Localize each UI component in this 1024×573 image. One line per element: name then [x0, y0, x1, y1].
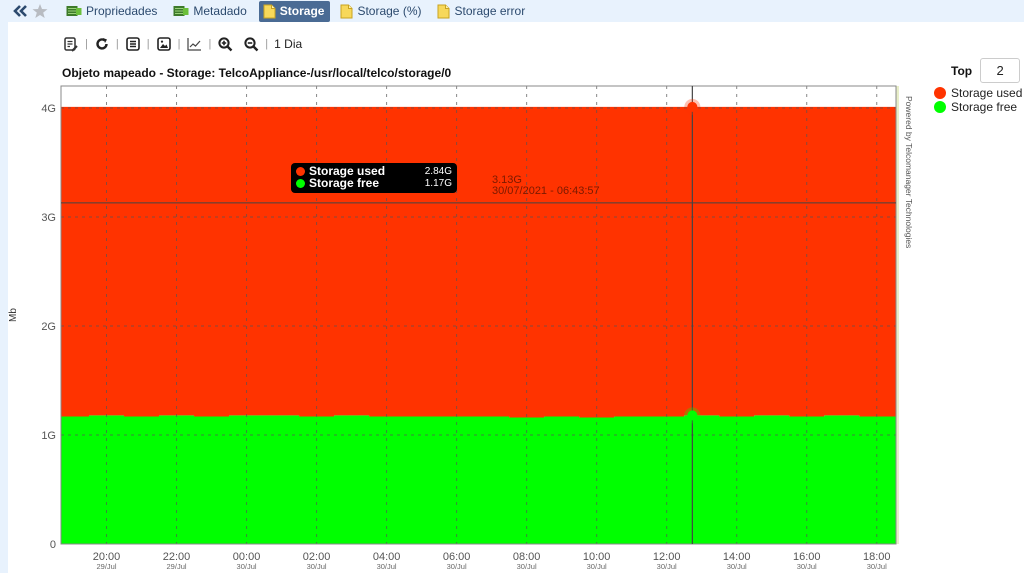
x-tick-date: 29/Jul — [167, 562, 187, 571]
x-tick-date: 30/Jul — [797, 562, 817, 571]
legend-item[interactable]: Storage used — [934, 86, 1022, 100]
tooltip-row: Storage free 1.17G — [296, 176, 452, 190]
y-tick-label: 2G — [41, 321, 56, 333]
chart-legend: Storage used Storage free — [934, 86, 1022, 114]
x-tick-date: 30/Jul — [657, 562, 677, 571]
y-axis-label: Mb — [8, 308, 19, 322]
x-tick-date: 30/Jul — [867, 562, 887, 571]
point-storage-free — [687, 410, 698, 421]
x-tick-date: 30/Jul — [447, 562, 467, 571]
x-tick-date: 30/Jul — [517, 562, 537, 571]
tooltip-swatch — [296, 166, 305, 176]
y-tick-label: 0 — [50, 539, 56, 551]
tooltip-series-value: 1.17G — [424, 177, 452, 189]
x-tick-date: 30/Jul — [237, 562, 257, 571]
crosshair-time: 30/07/2021 - 06:43:57 — [492, 185, 600, 197]
tooltip-swatch — [296, 178, 305, 188]
top-label: Top — [951, 63, 973, 78]
legend-swatch — [934, 101, 946, 113]
x-tick-date: 29/Jul — [97, 562, 117, 571]
x-tick-date: 30/Jul — [727, 562, 747, 571]
chart-tooltip: Storage used 2.84G Storage free 1.17G — [291, 163, 457, 193]
watermark: Powered by Telcomanager Technologies — [904, 96, 914, 248]
y-tick-label: 4G — [41, 103, 56, 115]
storage-chart: 01G2G3G4G20:0029/Jul22:0029/Jul00:0030/J… — [8, 85, 914, 571]
area-storage-used — [61, 106, 896, 418]
y-tick-label: 3G — [41, 212, 56, 224]
legend-item[interactable]: Storage free — [934, 100, 1022, 114]
top-input[interactable] — [980, 58, 1021, 83]
x-tick-date: 30/Jul — [307, 562, 327, 571]
x-tick-date: 30/Jul — [587, 562, 607, 571]
crosshair-readout: 3.13G 30/07/2021 - 06:43:57 — [492, 175, 600, 197]
y-tick-label: 1G — [41, 430, 56, 442]
top-control: Top — [951, 58, 1021, 83]
legend-label: Storage used — [951, 86, 1023, 100]
x-tick-date: 30/Jul — [377, 562, 397, 571]
legend-swatch — [934, 87, 946, 99]
legend-label: Storage free — [951, 100, 1018, 114]
point-storage-used — [687, 101, 698, 112]
tooltip-series-name: Storage free — [309, 176, 380, 190]
tooltip-series-value: 2.84G — [424, 165, 452, 177]
